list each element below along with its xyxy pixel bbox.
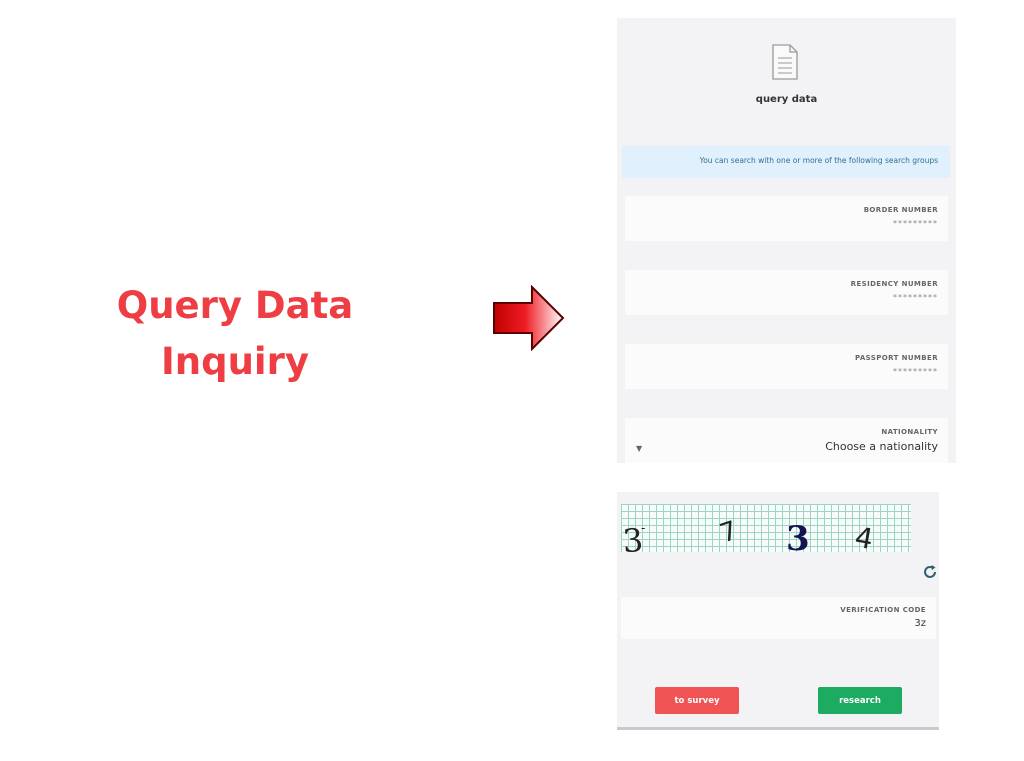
captcha-image: 3 - 7 3 4: [621, 504, 911, 552]
verification-code-label: VERIFICATION CODE: [840, 606, 926, 614]
passport-number-placeholder: *********: [893, 367, 938, 376]
verification-panel: 3 - 7 3 4 VERIFICATION CODE 3z to survey…: [617, 492, 939, 730]
refresh-icon[interactable]: [922, 564, 938, 580]
chevron-down-icon: ▼: [636, 444, 643, 453]
border-number-placeholder: *********: [893, 219, 938, 228]
passport-number-field[interactable]: PASSPORT NUMBER *********: [625, 344, 948, 389]
border-number-label: BORDER NUMBER: [863, 206, 938, 214]
residency-number-label: RESIDENCY NUMBER: [850, 280, 938, 288]
research-button[interactable]: research: [818, 687, 902, 714]
document-icon: [772, 44, 798, 80]
info-banner: You can search with one or more of the f…: [622, 146, 950, 178]
query-form-panel: query data You can search with one or mo…: [617, 18, 956, 463]
headline: Query Data Inquiry: [100, 278, 370, 390]
headline-line-2: Inquiry: [161, 340, 309, 383]
verification-code-field[interactable]: VERIFICATION CODE 3z: [621, 597, 936, 639]
nationality-select[interactable]: ▼ NATIONALITY Choose a nationality: [625, 418, 948, 463]
nationality-value: Choose a nationality: [825, 440, 938, 453]
svg-text:7: 7: [716, 516, 741, 550]
svg-text:-: -: [641, 521, 645, 535]
right-arrow-icon: [493, 285, 565, 351]
to-survey-button[interactable]: to survey: [655, 687, 739, 714]
svg-text:3: 3: [786, 519, 810, 552]
nationality-label: NATIONALITY: [881, 428, 938, 436]
headline-line-1: Query Data: [116, 284, 354, 327]
verification-code-value: 3z: [914, 618, 926, 629]
page-title: query data: [755, 94, 818, 105]
passport-number-label: PASSPORT NUMBER: [854, 354, 938, 362]
residency-number-placeholder: *********: [893, 293, 938, 302]
border-number-field[interactable]: BORDER NUMBER *********: [625, 196, 948, 241]
svg-text:4: 4: [852, 520, 875, 552]
residency-number-field[interactable]: RESIDENCY NUMBER *********: [625, 270, 948, 315]
